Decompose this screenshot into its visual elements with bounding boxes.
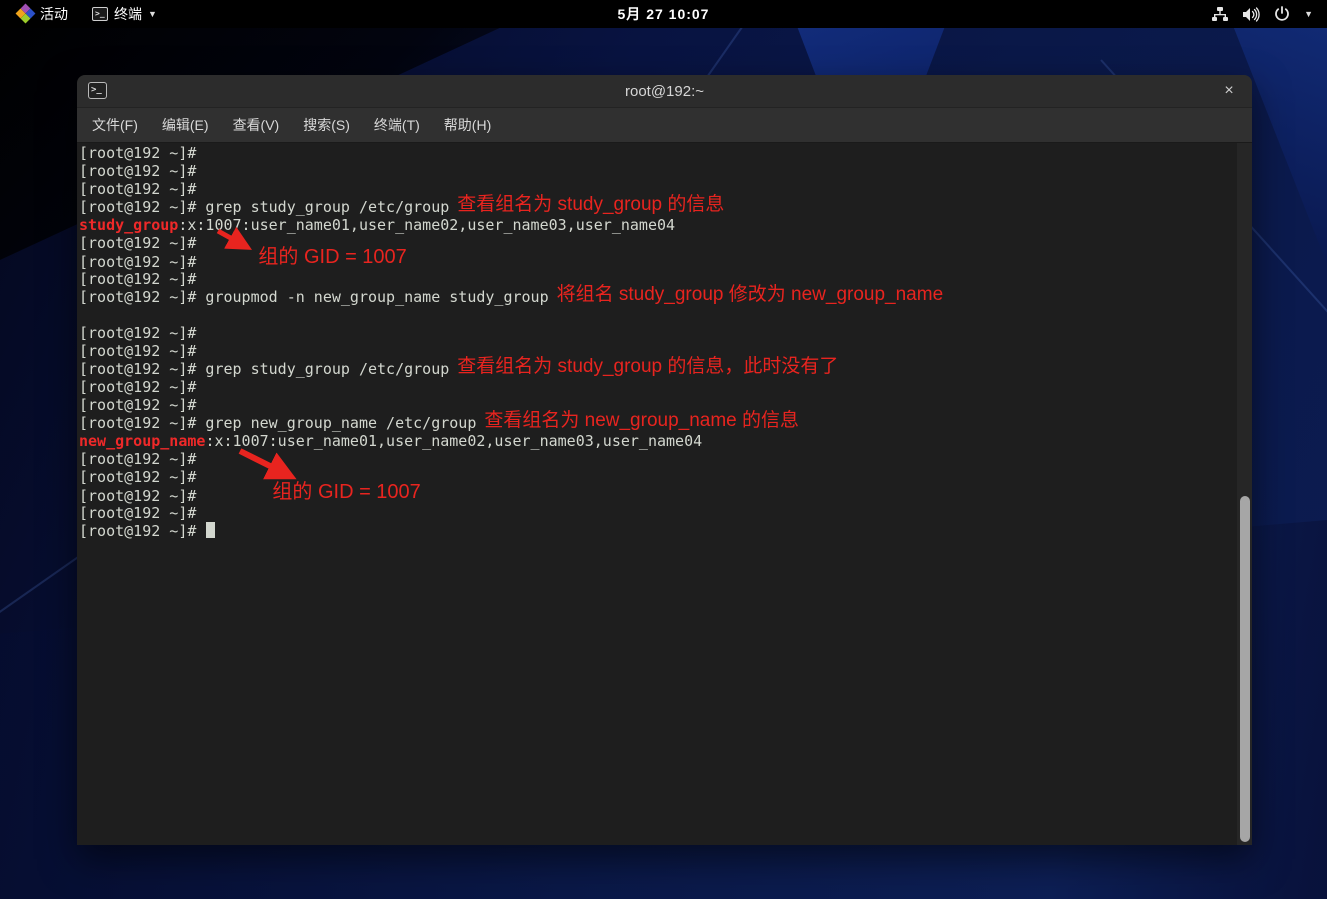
terminal-text: [root@192 ~]# [79, 378, 197, 396]
chevron-down-icon[interactable]: ▼ [1304, 9, 1313, 19]
terminal-line: [root@192 ~]# grep study_group /etc/grou… [79, 357, 1236, 378]
terminal-line: [root@192 ~]# grep new_group_name /etc/g… [79, 411, 1236, 432]
terminal-content[interactable]: [root@192 ~]# [root@192 ~]# [root@192 ~]#[… [77, 143, 1252, 845]
terminal-line: [root@192 ~]# 组的 GID = 1007 [79, 247, 1236, 271]
terminal-text: [root@192 ~]# [79, 144, 197, 162]
menu-edit[interactable]: 编辑(E) [151, 110, 220, 140]
terminal-text: [root@192 ~]# [79, 450, 197, 468]
terminal-line: study_group:x:1007:user_name01,user_name… [79, 216, 1236, 234]
scrollbar-thumb[interactable] [1240, 496, 1250, 842]
terminal-line: [root@192 ~]# grep study_group /etc/grou… [79, 195, 1236, 216]
volume-icon[interactable] [1242, 6, 1260, 22]
red-annotation-text: 查看组名为 new_group_name 的信息 [484, 410, 800, 431]
terminal-line: [root@192 ~]# [79, 144, 1236, 162]
terminal-text: [root@192 ~]# groupmod -n new_group_name… [79, 288, 549, 306]
terminal-line: [root@192 ~]# [79, 468, 1236, 486]
menu-file[interactable]: 文件(F) [81, 110, 149, 140]
red-annotation-text: 查看组名为 study_group 的信息 [457, 194, 725, 215]
terminal-text: [root@192 ~]# [79, 324, 197, 342]
terminal-text: [root@192 ~]# [79, 253, 197, 271]
red-annotation-text: 查看组名为 study_group 的信息，此时没有了 [457, 356, 839, 377]
terminal-line: [root@192 ~]# [79, 378, 1236, 396]
close-button[interactable]: × [1218, 80, 1240, 102]
terminal-text: :x:1007:user_name01,user_name02,user_nam… [178, 216, 676, 234]
scrollbar[interactable] [1237, 143, 1252, 845]
window-titlebar[interactable]: >_ root@192:~ × [77, 75, 1252, 108]
terminal-line: new_group_name:x:1007:user_name01,user_n… [79, 432, 1236, 450]
terminal-line: [root@192 ~]# [79, 450, 1236, 468]
terminal-text: [root@192 ~]# [79, 342, 197, 360]
terminal-window-icon: >_ [88, 82, 107, 99]
terminal-text: [root@192 ~]# [79, 234, 197, 252]
menu-search[interactable]: 搜索(S) [292, 110, 361, 140]
terminal-line: [root@192 ~]# groupmod -n new_group_name… [79, 285, 1236, 306]
red-annotation-text: 组的 GID = 1007 [272, 481, 421, 503]
menu-view[interactable]: 查看(V) [222, 110, 291, 140]
terminal-lines: [root@192 ~]# [root@192 ~]# [root@192 ~]#[… [79, 144, 1236, 540]
terminal-text: [root@192 ~]# [79, 396, 197, 414]
terminal-text: [root@192 ~]# grep study_group /etc/grou… [79, 360, 450, 378]
terminal-line: [root@192 ~]# [79, 162, 1236, 180]
terminal-text: [root@192 ~]# [79, 162, 197, 180]
terminal-text: [root@192 ~]# [79, 270, 197, 288]
terminal-text: :x:1007:user_name01,user_name02,user_nam… [205, 432, 703, 450]
terminal-line: [root@192 ~]# [79, 522, 1236, 540]
terminal-line: [root@192 ~]# [79, 504, 1236, 522]
terminal-text: [root@192 ~]# [79, 180, 197, 198]
terminal-line: [root@192 ~]# 组的 GID = 1007 [79, 482, 1236, 505]
gnome-top-bar: 活动 >_ 终端 ▼ 5月 27 10:07 ▼ [0, 0, 1327, 28]
clock[interactable]: 5月 27 10:07 [0, 4, 1327, 24]
terminal-text: [root@192 ~]# grep new_group_name /etc/g… [79, 414, 477, 432]
red-annotation-text: 将组名 study_group 修改为 new_group_name [556, 284, 944, 305]
grep-match-text: new_group_name [79, 432, 206, 450]
terminal-text: [root@192 ~]# grep study_group /etc/grou… [79, 198, 450, 216]
terminal-line: [root@192 ~]# [79, 234, 1236, 252]
window-title: root@192:~ [624, 82, 705, 100]
terminal-text: [root@192 ~]# [79, 522, 206, 540]
terminal-cursor [206, 522, 216, 538]
terminal-line: [root@192 ~]# [79, 324, 1236, 342]
network-icon[interactable] [1212, 7, 1229, 21]
grep-match-text: study_group [79, 216, 179, 234]
terminal-text: [root@192 ~]# [79, 487, 197, 505]
power-icon[interactable] [1274, 6, 1290, 22]
red-annotation-text: 组的 GID = 1007 [258, 246, 407, 268]
menu-help[interactable]: 帮助(H) [433, 110, 502, 140]
terminal-window: >_ root@192:~ × 文件(F) 编辑(E) 查看(V) 搜索(S) 终端(T… [77, 75, 1252, 845]
terminal-text: [root@192 ~]# [79, 504, 197, 522]
menu-terminal[interactable]: 终端(T) [363, 110, 431, 140]
terminal-text: [root@192 ~]# [79, 468, 197, 486]
menu-bar: 文件(F) 编辑(E) 查看(V) 搜索(S) 终端(T) 帮助(H) [77, 108, 1252, 143]
